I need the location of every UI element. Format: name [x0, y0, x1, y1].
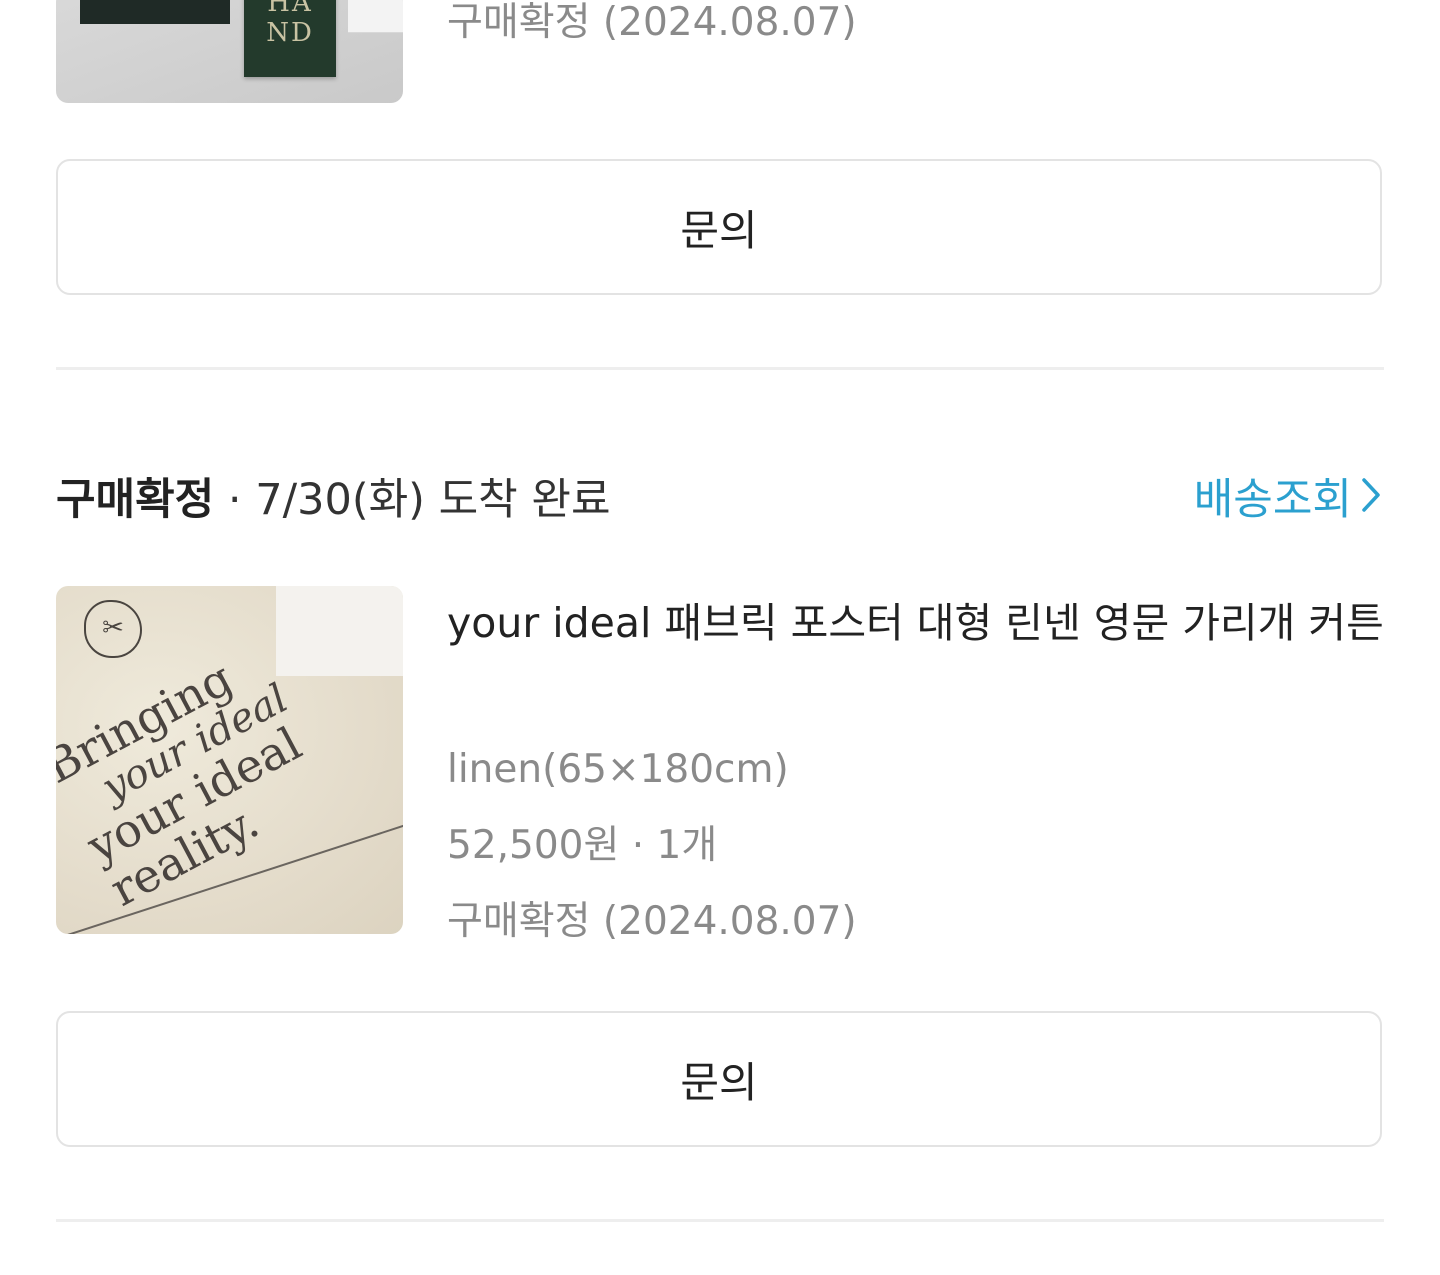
section-divider: [56, 1219, 1384, 1222]
section-divider: [56, 367, 1384, 370]
inquiry-button-label: 문의: [680, 205, 758, 255]
order-status: 구매확정: [56, 475, 215, 525]
header-separator: ·: [214, 475, 256, 525]
thumbnail-green-card: HA ND: [244, 0, 336, 77]
chevron-right-icon: [1360, 470, 1382, 530]
thumbnail-mark: HA ND: [266, 0, 314, 48]
purchase-status: 구매확정 (2024.08.07): [447, 899, 857, 944]
track-delivery-label: 배송조회: [1193, 475, 1352, 525]
product-thumbnail[interactable]: HA ND: [56, 0, 403, 103]
inquiry-button-label: 문의: [680, 1057, 758, 1107]
thumbnail-paper: [348, 0, 403, 33]
order-group-header: 구매확정 · 7/30(화) 도착 완료: [56, 470, 611, 530]
thumbnail-dark-card: [80, 0, 230, 24]
product-thumbnail[interactable]: ✂ Bringing your ideal your ideal reality…: [56, 586, 403, 934]
purchase-status: 구매확정 (2024.08.07): [447, 0, 857, 45]
price-quantity: 52,500원 · 1개: [447, 823, 718, 868]
product-title[interactable]: your ideal 패브릭 포스터 대형 린넨 영문 가리개 커튼: [447, 590, 1387, 656]
product-option: linen(65×180cm): [447, 747, 789, 792]
scissors-badge-icon: ✂: [84, 600, 142, 658]
track-delivery-link[interactable]: 배송조회: [1194, 470, 1382, 530]
inquiry-button[interactable]: 문의: [56, 1011, 1382, 1147]
inquiry-button[interactable]: 문의: [56, 159, 1382, 295]
arrival-info: 7/30(화) 도착 완료: [255, 475, 611, 525]
